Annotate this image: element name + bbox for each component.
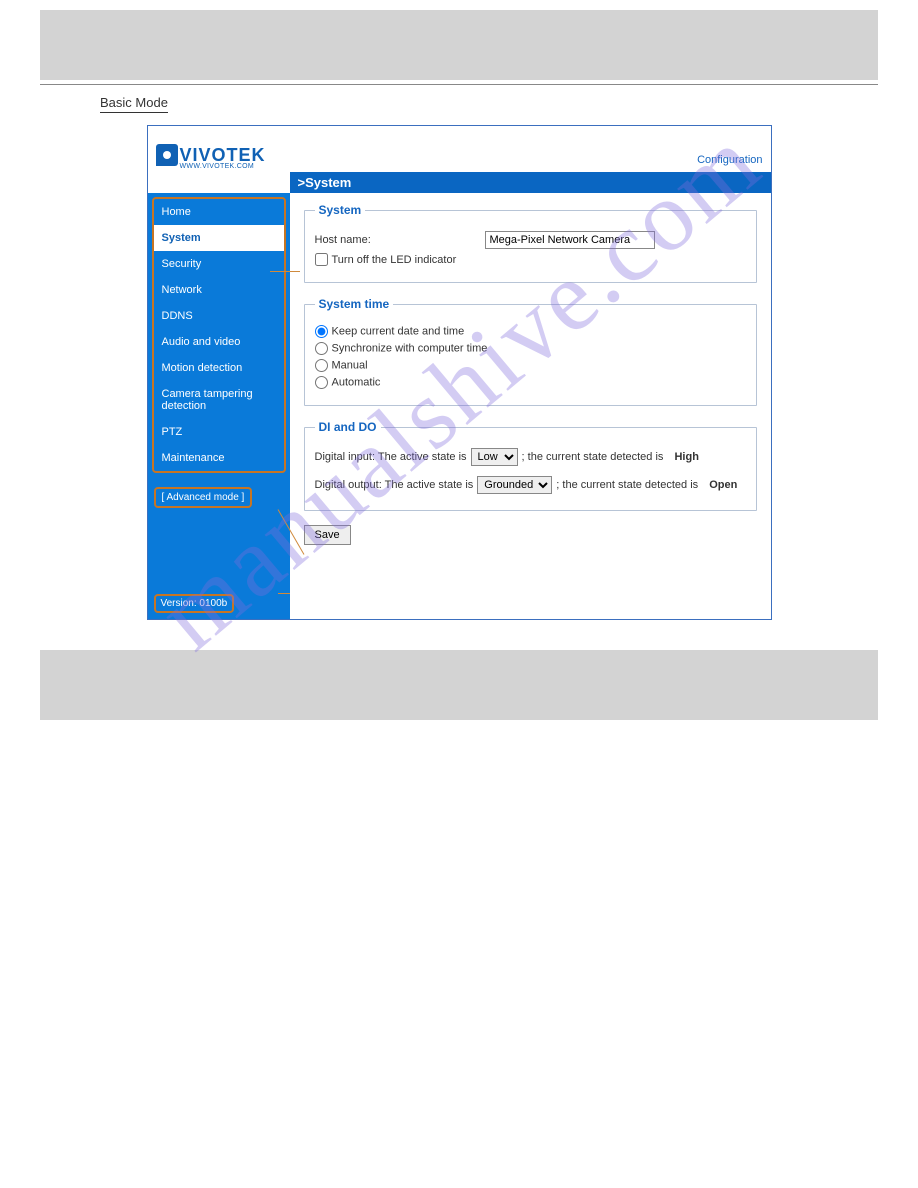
di-state: High xyxy=(674,451,698,463)
sidebar-item-home[interactable]: Home xyxy=(154,199,284,225)
sidebar-item-audio-video[interactable]: Audio and video xyxy=(154,329,284,355)
system-time-fieldset: System time Keep current date and time S… xyxy=(304,297,757,406)
time-radio-keep[interactable] xyxy=(315,325,328,338)
sidebar-item-security[interactable]: Security xyxy=(154,251,284,277)
topbar: VIVOTEK WWW.VIVOTEK.COM Configuration xyxy=(148,126,771,172)
do-mid: ; the current state detected is xyxy=(556,479,698,491)
sidebar-item-ddns[interactable]: DDNS xyxy=(154,303,284,329)
callout-line xyxy=(270,271,300,272)
sidebar: Home System Security Network DDNS Audio … xyxy=(148,193,290,619)
nav-highlight-box: Home System Security Network DDNS Audio … xyxy=(152,197,286,473)
do-prefix: Digital output: The active state is xyxy=(315,479,474,491)
sidebar-item-system[interactable]: System xyxy=(154,225,284,251)
led-checkbox[interactable] xyxy=(315,253,328,266)
system-fieldset: System Host name: Turn off the LED indic… xyxy=(304,203,757,283)
sidebar-item-ptz[interactable]: PTZ xyxy=(154,419,284,445)
page-title: >System xyxy=(290,172,771,193)
sidebar-item-camera-tampering[interactable]: Camera tampering detection xyxy=(154,381,284,419)
basic-mode-label: Basic Mode xyxy=(100,95,168,113)
footer-band xyxy=(40,650,878,720)
callout-line-2 xyxy=(278,593,290,594)
system-time-legend: System time xyxy=(315,297,394,311)
di-prefix: Digital input: The active state is xyxy=(315,451,467,463)
sidebar-item-network[interactable]: Network xyxy=(154,277,284,303)
main-pane: System Host name: Turn off the LED indic… xyxy=(290,193,771,619)
config-ui-window: VIVOTEK WWW.VIVOTEK.COM Configuration >S… xyxy=(147,125,772,620)
save-button[interactable]: Save xyxy=(304,525,351,545)
version-badge: Version: 0100b xyxy=(154,594,235,613)
configuration-link[interactable]: Configuration xyxy=(697,154,762,166)
brand-subtext: WWW.VIVOTEK.COM xyxy=(180,163,266,170)
sidebar-item-motion-detection[interactable]: Motion detection xyxy=(154,355,284,381)
led-label: Turn off the LED indicator xyxy=(332,254,457,266)
do-select[interactable]: Grounded xyxy=(477,476,552,494)
brand-logo: VIVOTEK WWW.VIVOTEK.COM xyxy=(156,144,266,170)
di-select[interactable]: Low xyxy=(471,448,518,466)
time-opt-keep: Keep current date and time xyxy=(332,325,465,337)
sidebar-item-maintenance[interactable]: Maintenance xyxy=(154,445,284,471)
vivotek-logo-icon xyxy=(156,144,178,166)
di-do-legend: DI and DO xyxy=(315,420,381,434)
do-state: Open xyxy=(709,479,737,491)
system-legend: System xyxy=(315,203,366,217)
time-radio-sync[interactable] xyxy=(315,342,328,355)
hostname-input[interactable] xyxy=(485,231,655,249)
time-radio-manual[interactable] xyxy=(315,359,328,372)
time-opt-sync: Synchronize with computer time xyxy=(332,342,488,354)
advanced-mode-badge[interactable]: [ Advanced mode ] xyxy=(154,487,253,508)
di-do-fieldset: DI and DO Digital input: The active stat… xyxy=(304,420,757,511)
time-radio-auto[interactable] xyxy=(315,376,328,389)
di-mid: ; the current state detected is xyxy=(522,451,664,463)
time-opt-manual: Manual xyxy=(332,359,368,371)
header-band xyxy=(40,10,878,80)
hostname-label: Host name: xyxy=(315,234,485,246)
time-opt-auto: Automatic xyxy=(332,376,381,388)
header-rule xyxy=(40,84,878,85)
